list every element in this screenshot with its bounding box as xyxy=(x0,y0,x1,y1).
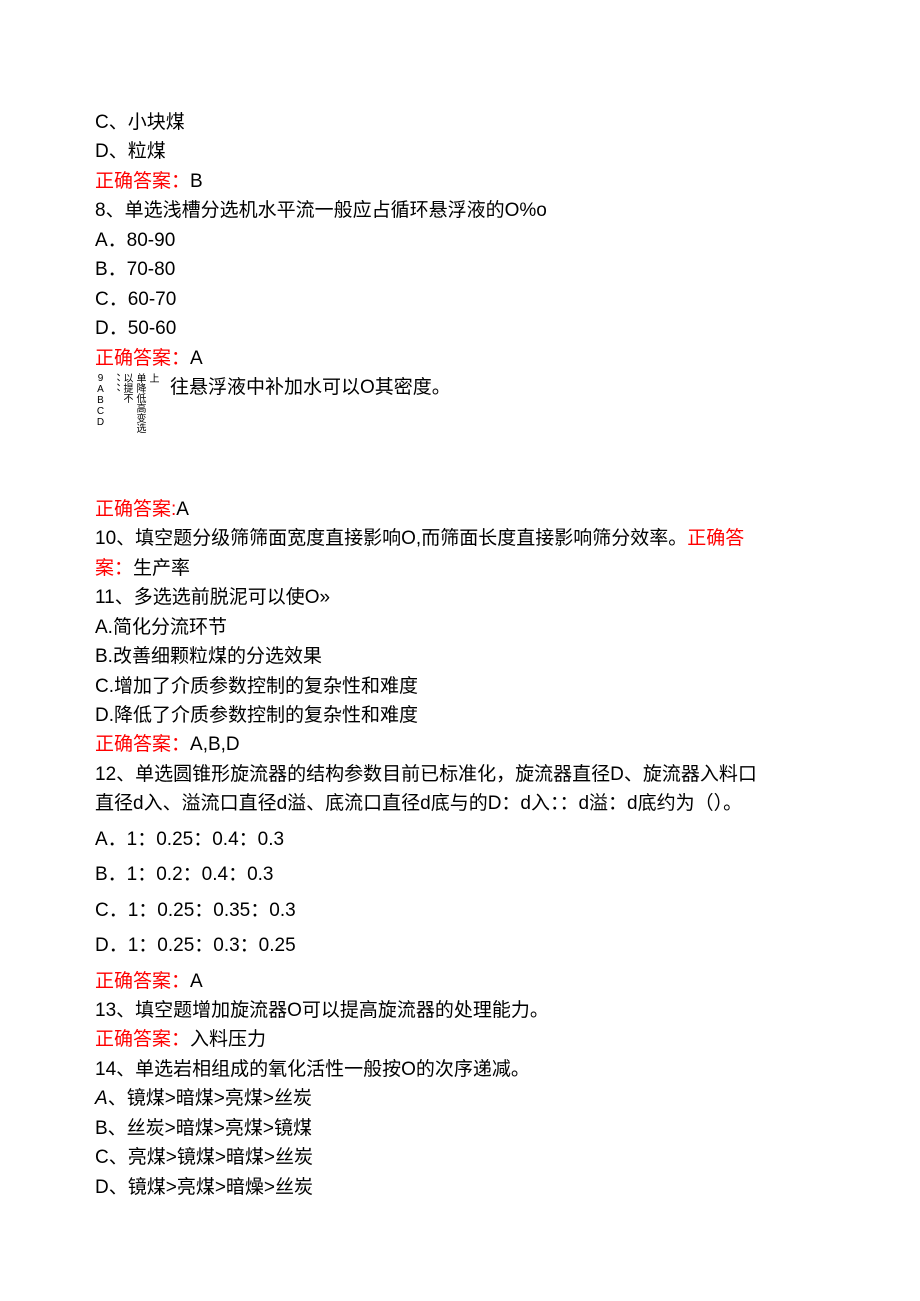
answer-label: 正确答案： xyxy=(95,971,190,992)
q11-stem: 11、多选选前脱泥可以使O» xyxy=(95,583,825,612)
q10-answer-line: 案：生产率 xyxy=(95,554,825,583)
q8-option-a: A．80-90 xyxy=(95,226,825,255)
q12-answer: 正确答案：A xyxy=(95,967,825,996)
q12-option-b: B．1：0.2：0.4：0.3 xyxy=(95,860,825,889)
q13-stem: 13、填空题增加旋流器O可以提高旋流器的处理能力。 xyxy=(95,996,825,1025)
q11-option-a: A.简化分流环节 xyxy=(95,613,825,642)
q10-stem: 10、填空题分级筛筛面宽度直接影响O,而筛面长度直接影响筛分效率。 xyxy=(95,528,687,549)
q14-option-a: A、镜煤>暗煤>亮煤>丝炭 xyxy=(95,1084,825,1113)
q14-optA-text: 、镜煤>暗煤>亮煤>丝炭 xyxy=(108,1088,312,1109)
q8-option-c: C．60-70 xyxy=(95,285,825,314)
q11-option-c: C.增加了介质参数控制的复杂性和难度 xyxy=(95,672,825,701)
q12-stem-line1: 12、单选圆锥形旋流器的结构参数目前已标准化，旋流器直径D、旋流器入料口 xyxy=(95,760,825,789)
q11-answer: 正确答案：A,B,D xyxy=(95,730,825,759)
q10-line: 10、填空题分级筛筛面宽度直接影响O,而筛面长度直接影响筛分效率。正确答 xyxy=(95,524,825,553)
answer-label: 正确答案: xyxy=(95,499,176,520)
answer-value: 入料压力 xyxy=(190,1029,266,1050)
q9-col5: 上 xyxy=(147,373,158,483)
q11-option-b: B.改善细颗粒煤的分选效果 xyxy=(95,642,825,671)
q9-col3: 以提不 xyxy=(121,373,132,483)
q7-option-c: C、小块煤 xyxy=(95,108,825,137)
q11-option-d: D.降低了介质参数控制的复杂性和难度 xyxy=(95,701,825,730)
answer-value: A,B,D xyxy=(190,734,240,755)
q14-optA-label: A xyxy=(95,1088,108,1109)
q14-option-c: C、亮煤>镜煤>暗煤>丝炭 xyxy=(95,1143,825,1172)
answer-label: 正确答案： xyxy=(95,734,190,755)
q14-option-d: D、镜煤>亮煤>暗燥>丝炭 xyxy=(95,1173,825,1202)
q12-option-d: D．1：0.25：0.3：0.25 xyxy=(95,931,825,960)
q9-col2: 、、、、 xyxy=(108,373,119,483)
answer-value: A xyxy=(176,499,189,520)
q13-answer: 正确答案：入料压力 xyxy=(95,1025,825,1054)
answer-label: 正确答 xyxy=(687,528,744,549)
q14-option-b: B、丝炭>暗煤>亮煤>镜煤 xyxy=(95,1114,825,1143)
q7-option-d: D、粒煤 xyxy=(95,137,825,166)
q9-stem-text: 往悬浮液中补加水可以O其密度。 xyxy=(170,373,451,402)
q8-option-b: B．70-80 xyxy=(95,255,825,284)
answer-value: A xyxy=(190,971,203,992)
q8-option-d: D．50-60 xyxy=(95,314,825,343)
q12-stem-line2: 直径d入、溢流口直径d溢、底流口直径d底与的D：d入：：d溢：d底约为（）。 xyxy=(95,789,825,818)
q14-stem: 14、单选岩相组成的氧化活性一般按O的次序递减。 xyxy=(95,1055,825,1084)
q7-answer: 正确答案：B xyxy=(95,167,825,196)
q9-col4: 单降低高变选 xyxy=(134,373,145,483)
q12-option-a: A．1：0.25：0.4：0.3 xyxy=(95,825,825,854)
answer-value: 生产率 xyxy=(133,558,190,579)
q9-block: 9ABCD 、、、、 以提不 单降低高变选 上 往悬浮液中补加水可以O其密度。 xyxy=(95,373,825,483)
answer-label: 正确答案： xyxy=(95,348,190,369)
answer-label: 正确答案： xyxy=(95,171,190,192)
q9-col1: 9ABCD xyxy=(95,373,106,483)
q9-answer: 正确答案:A xyxy=(95,495,825,524)
answer-value: B xyxy=(190,171,203,192)
answer-label: 正确答案： xyxy=(95,1029,190,1050)
answer-value: A xyxy=(190,348,203,369)
q12-option-c: C．1：0.25：0.35：0.3 xyxy=(95,896,825,925)
q8-stem: 8、单选浅槽分选机水平流一般应占循环悬浮液的O%o xyxy=(95,196,825,225)
answer-label-suffix: 案： xyxy=(95,558,133,579)
q8-answer: 正确答案：A xyxy=(95,344,825,373)
